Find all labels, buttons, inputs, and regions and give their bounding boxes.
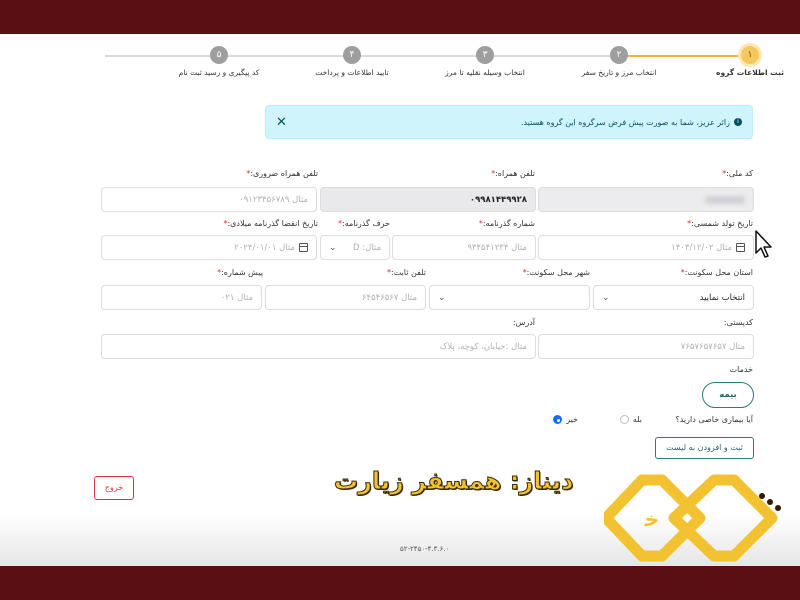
emergency-mobile-placeholder: مثال ۰۹۱۲۳۴۵۶۷۸۹ xyxy=(239,194,308,205)
area-code-input[interactable]: مثال ۰۲۱ xyxy=(101,285,262,310)
postal-code-label: کدپستی: xyxy=(723,318,753,327)
mobile-value: ۰۹۹۸۱۴۴۹۹۲۸ xyxy=(469,194,527,205)
passport-expiry-label: تاریخ انقضا گذرنامه میلادی:* xyxy=(223,219,318,228)
area-code-label: پیش شماره:* xyxy=(217,268,263,277)
postal-code-placeholder: مثال ۷۶۵۷۶۵۷۶۵۷ xyxy=(680,341,745,352)
step-4[interactable]: ۴ تایید اطلاعات و پرداخت xyxy=(292,46,412,77)
city-label: شهر محل سکونت:* xyxy=(522,268,590,277)
step-4-circle: ۴ xyxy=(343,46,361,64)
disease-yes-label: بله xyxy=(632,415,642,424)
disease-question: آیا بیماری خاصی دارید؟ xyxy=(675,415,753,424)
phone-label: تلفن ثابت:* xyxy=(387,268,426,277)
services-title: خدمات xyxy=(729,365,753,374)
city-select[interactable]: ⌄ xyxy=(429,285,590,310)
mouse-cursor-icon xyxy=(755,230,772,258)
chevron-down-icon: ⌄ xyxy=(438,292,446,303)
disease-no-radio[interactable]: خیر xyxy=(553,415,578,424)
postal-code-input[interactable]: مثال ۷۶۵۷۶۵۷۶۵۷ xyxy=(538,334,754,359)
disease-yes-radio[interactable]: بله xyxy=(619,415,642,424)
calendar-icon[interactable] xyxy=(736,243,745,252)
radio-dot xyxy=(619,415,629,424)
progress-stepper: ۱ ثبت اطلاعات گروه ۲ انتخاب مرز و تاریخ … xyxy=(95,46,784,86)
address-label: آدرس: xyxy=(512,318,535,327)
area-code-placeholder: مثال ۰۲۱ xyxy=(220,292,253,303)
redacted-value xyxy=(705,195,745,204)
emergency-mobile-input[interactable]: مثال ۰۹۱۲۳۴۵۶۷۸۹ xyxy=(101,187,317,212)
address-placeholder: مثال :خیابان، کوچه، پلاک xyxy=(439,341,527,352)
radio-dot-selected xyxy=(553,415,563,424)
address-input[interactable]: مثال :خیابان، کوچه، پلاک xyxy=(101,334,536,359)
insurance-chip-button[interactable]: بیمه xyxy=(702,382,754,408)
province-select[interactable]: انتخاب نمایید ⌄ xyxy=(593,285,754,310)
phone-input[interactable]: مثال ۶۴۵۴۶۵۶۷ xyxy=(265,285,426,310)
top-frame-bar xyxy=(0,0,800,34)
step-1[interactable]: ۱ ثبت اطلاعات گروه xyxy=(690,46,800,77)
passport-no-label: شماره گذرنامه:* xyxy=(478,219,535,228)
passport-letter-placeholder: مثال: D xyxy=(353,242,381,253)
close-icon[interactable]: ✕ xyxy=(276,115,287,130)
brand-logo-icon: ﺧ xyxy=(604,474,781,562)
step-3[interactable]: ۳ انتخاب وسیله نقلیه تا مرز xyxy=(425,46,545,77)
birth-date-placeholder: مثال ۱۴۰۳/۱۲/۰۲ xyxy=(671,242,732,253)
passport-letter-select[interactable]: مثال: D ⌄ xyxy=(320,235,390,260)
info-icon: i xyxy=(734,118,742,126)
passport-no-placeholder: مثال ۹۳۴۵۴۱۲۳۴ xyxy=(467,242,527,253)
passport-expiry-input[interactable]: مثال ۲۰۲۴/۰۱/۰۱ xyxy=(101,235,317,260)
step-3-circle: ۳ xyxy=(476,46,494,64)
step-1-label: ثبت اطلاعات گروه xyxy=(716,68,784,77)
birth-date-input[interactable]: مثال ۱۴۰۳/۱۲/۰۲ xyxy=(538,235,754,260)
watermark-text: دیناز: همسفر زیارت xyxy=(333,467,574,496)
alert-text: زائر عزیز، شما به صورت پیش فرض سرگروه ای… xyxy=(520,117,730,127)
emergency-mobile-label: تلفن همراه ضروری:* xyxy=(246,169,318,178)
step-2-circle: ۲ xyxy=(610,46,628,64)
step-5[interactable]: ۵ کد پیگیری و رسید ثبت نام xyxy=(159,46,279,77)
step-5-label: کد پیگیری و رسید ثبت نام xyxy=(178,68,260,77)
passport-no-input[interactable]: مثال ۹۳۴۵۴۱۲۳۴ xyxy=(392,235,536,260)
version-text: ۵۲-۲۴۵۰-۴.۳.۶.۰ xyxy=(400,545,450,553)
phone-placeholder: مثال ۶۴۵۴۶۵۶۷ xyxy=(361,292,417,303)
step-2-label: انتخاب مرز و تاریخ سفر xyxy=(581,68,657,77)
mobile-input[interactable]: ۰۹۹۸۱۴۴۹۹۲۸ xyxy=(320,187,536,212)
national-code-label: کد ملی:* xyxy=(722,169,753,178)
province-label: استان محل سکونت:* xyxy=(680,268,753,277)
chevron-down-icon: ⌄ xyxy=(329,242,337,253)
bottom-frame-bar xyxy=(0,566,800,600)
info-alert: i زائر عزیز، شما به صورت پیش فرض سرگروه … xyxy=(265,105,753,139)
step-1-circle: ۱ xyxy=(741,46,759,64)
passport-expiry-placeholder: مثال ۲۰۲۴/۰۱/۰۱ xyxy=(234,242,295,253)
birth-date-label: تاریخ تولد شمسی:* xyxy=(687,219,753,228)
chevron-down-icon: ⌄ xyxy=(602,292,610,303)
add-to-list-button[interactable]: ثبت و افزودن به لیست xyxy=(655,437,754,459)
mobile-label: تلفن همراه:* xyxy=(491,169,535,178)
step-4-label: تایید اطلاعات و پرداخت xyxy=(315,68,389,77)
province-value: انتخاب نمایید xyxy=(699,292,745,303)
step-5-circle: ۵ xyxy=(210,46,228,64)
step-3-label: انتخاب وسیله نقلیه تا مرز xyxy=(445,68,525,77)
step-2[interactable]: ۲ انتخاب مرز و تاریخ سفر xyxy=(559,46,679,77)
calendar-icon[interactable] xyxy=(299,243,308,252)
passport-letter-label: حرف گذرنامه:* xyxy=(338,219,390,228)
disease-no-label: خیر xyxy=(566,415,578,424)
svg-text:ﺧ: ﺧ xyxy=(644,507,659,531)
national-code-input[interactable] xyxy=(538,187,754,212)
exit-button[interactable]: خروج xyxy=(94,476,134,500)
